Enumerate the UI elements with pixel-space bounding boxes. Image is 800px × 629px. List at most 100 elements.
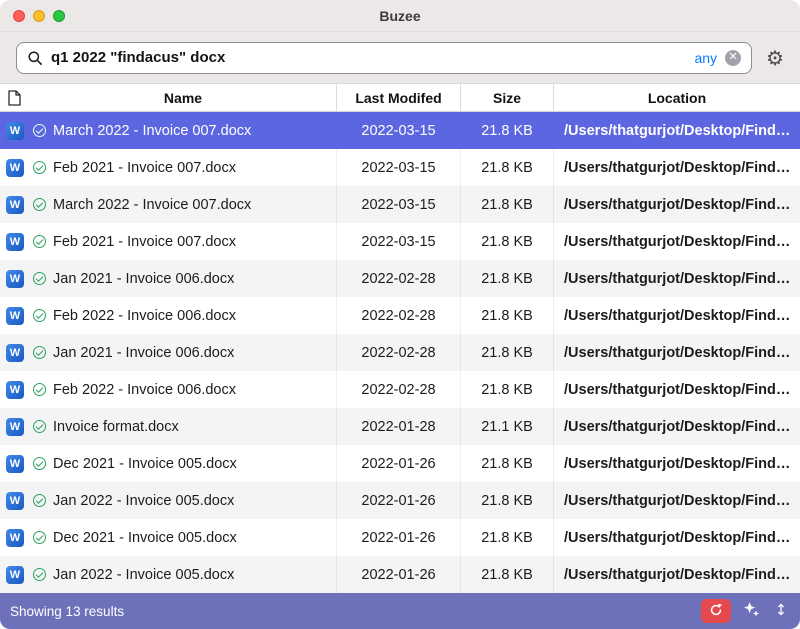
search-section: any ✕ ⚙ [0, 32, 800, 84]
column-header-modified[interactable]: Last Modifed [336, 84, 460, 111]
column-header-size[interactable]: Size [460, 84, 553, 111]
last-modified: 2022-03-15 [336, 149, 460, 186]
table-row[interactable]: W March 2022 - Invoice 007.docx 2022-03-… [0, 186, 800, 223]
table-row[interactable]: W Jan 2022 - Invoice 005.docx 2022-01-26… [0, 556, 800, 593]
file-name: Jan 2022 - Invoice 005.docx [53, 567, 234, 583]
file-size: 21.8 KB [460, 445, 553, 482]
file-location: /Users/thatgurjot/Desktop/FindA… [553, 223, 800, 260]
file-size: 21.1 KB [460, 408, 553, 445]
clear-search-icon[interactable]: ✕ [725, 50, 741, 66]
word-doc-icon: W [0, 519, 30, 556]
word-doc-icon: W [0, 260, 30, 297]
table-row[interactable]: W Invoice format.docx 2022-01-28 21.1 KB… [0, 408, 800, 445]
expand-vertical-icon [774, 602, 788, 620]
status-bar: Showing 13 results [0, 593, 800, 629]
file-name: March 2022 - Invoice 007.docx [53, 123, 251, 139]
refresh-button[interactable] [701, 599, 731, 623]
table-row[interactable]: W Feb 2021 - Invoice 007.docx 2022-03-15… [0, 149, 800, 186]
check-circle-icon [33, 531, 46, 544]
check-circle-icon [33, 457, 46, 470]
file-size: 21.8 KB [460, 260, 553, 297]
word-doc-icon: W [0, 482, 30, 519]
table-row[interactable]: W Feb 2022 - Invoice 006.docx 2022-02-28… [0, 371, 800, 408]
word-doc-icon: W [0, 112, 30, 149]
file-size: 21.8 KB [460, 186, 553, 223]
column-header-name[interactable]: Name [30, 84, 336, 111]
close-button[interactable] [13, 10, 25, 22]
word-doc-icon: W [0, 371, 30, 408]
table-header: Name Last Modifed Size Location [0, 84, 800, 112]
search-input[interactable] [51, 49, 686, 66]
check-circle-icon [33, 124, 46, 137]
file-location: /Users/thatgurjot/Desktop/FindA… [553, 297, 800, 334]
file-location: /Users/thatgurjot/Desktop/FindA… [553, 408, 800, 445]
table-row[interactable]: W Dec 2021 - Invoice 005.docx 2022-01-26… [0, 445, 800, 482]
file-name: Invoice format.docx [53, 419, 179, 435]
word-doc-icon: W [0, 334, 30, 371]
table-row[interactable]: W Jan 2021 - Invoice 006.docx 2022-02-28… [0, 334, 800, 371]
file-size: 21.8 KB [460, 297, 553, 334]
table-row[interactable]: W Jan 2022 - Invoice 005.docx 2022-01-26… [0, 482, 800, 519]
last-modified: 2022-01-28 [336, 408, 460, 445]
sparkles-icon [743, 601, 760, 621]
word-doc-icon: W [0, 149, 30, 186]
check-circle-icon [33, 494, 46, 507]
search-box[interactable]: any ✕ [16, 42, 752, 74]
file-size: 21.8 KB [460, 112, 553, 149]
check-circle-icon [33, 568, 46, 581]
word-doc-icon: W [0, 408, 30, 445]
check-circle-icon [33, 309, 46, 322]
expand-vertical-button[interactable] [772, 600, 790, 622]
file-location: /Users/thatgurjot/Desktop/FindA… [553, 334, 800, 371]
last-modified: 2022-01-26 [336, 445, 460, 482]
table-row[interactable]: W Feb 2021 - Invoice 007.docx 2022-03-15… [0, 223, 800, 260]
check-circle-icon [33, 272, 46, 285]
magnifier-icon [27, 50, 43, 66]
last-modified: 2022-02-28 [336, 334, 460, 371]
file-location: /Users/thatgurjot/Desktop/FindA… [553, 149, 800, 186]
file-size: 21.8 KB [460, 334, 553, 371]
word-doc-icon: W [0, 297, 30, 334]
check-circle-icon [33, 198, 46, 211]
file-location: /Users/thatgurjot/Desktop/FindA… [553, 186, 800, 223]
results-count-text: Showing 13 results [10, 604, 124, 619]
word-doc-icon: W [0, 186, 30, 223]
sparkles-button[interactable] [741, 599, 762, 623]
file-name: Dec 2021 - Invoice 005.docx [53, 530, 237, 546]
results-body: W March 2022 - Invoice 007.docx 2022-03-… [0, 112, 800, 593]
word-doc-icon: W [0, 556, 30, 593]
check-circle-icon [33, 235, 46, 248]
last-modified: 2022-01-26 [336, 519, 460, 556]
refresh-icon [709, 603, 723, 620]
zoom-button[interactable] [53, 10, 65, 22]
word-doc-icon: W [0, 445, 30, 482]
file-location: /Users/thatgurjot/Desktop/FindA… [553, 112, 800, 149]
status-actions [701, 599, 790, 623]
file-name: Jan 2021 - Invoice 006.docx [53, 271, 234, 287]
file-size: 21.8 KB [460, 519, 553, 556]
file-name: Feb 2021 - Invoice 007.docx [53, 160, 236, 176]
check-circle-icon [33, 346, 46, 359]
file-size: 21.8 KB [460, 223, 553, 260]
search-scope-dropdown[interactable]: any [694, 50, 717, 66]
file-location: /Users/thatgurjot/Desktop/FindA… [553, 260, 800, 297]
file-size: 21.8 KB [460, 556, 553, 593]
table-row[interactable]: W Dec 2021 - Invoice 005.docx 2022-01-26… [0, 519, 800, 556]
file-location: /Users/thatgurjot/Desktop/FindA… [553, 371, 800, 408]
column-header-location[interactable]: Location [553, 84, 800, 111]
table-row[interactable]: W Feb 2022 - Invoice 006.docx 2022-02-28… [0, 297, 800, 334]
traffic-lights [0, 10, 65, 22]
file-location: /Users/thatgurjot/Desktop/FindA… [553, 556, 800, 593]
last-modified: 2022-02-28 [336, 260, 460, 297]
gear-icon[interactable]: ⚙ [764, 46, 786, 70]
minimize-button[interactable] [33, 10, 45, 22]
table-row[interactable]: W Jan 2021 - Invoice 006.docx 2022-02-28… [0, 260, 800, 297]
table-row[interactable]: W March 2022 - Invoice 007.docx 2022-03-… [0, 112, 800, 149]
last-modified: 2022-03-15 [336, 223, 460, 260]
file-location: /Users/thatgurjot/Desktop/FindA… [553, 445, 800, 482]
file-name: Feb 2022 - Invoice 006.docx [53, 308, 236, 324]
file-size: 21.8 KB [460, 482, 553, 519]
last-modified: 2022-03-15 [336, 112, 460, 149]
file-size: 21.8 KB [460, 371, 553, 408]
title-bar: Buzee [0, 0, 800, 32]
